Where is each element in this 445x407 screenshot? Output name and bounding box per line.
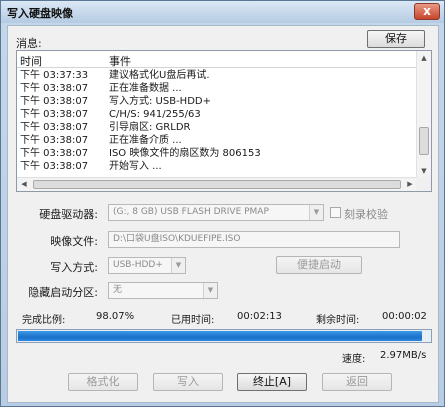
remaining-label: 剩余时间: <box>316 315 360 326</box>
completion-value: 98.07% <box>96 311 135 322</box>
progress-fill <box>18 331 423 341</box>
elapsed-value: 00:02:13 <box>237 311 282 322</box>
write-mode-label: 写入方式: <box>50 261 98 274</box>
hidden-partition-label: 隐藏启动分区: <box>28 286 98 299</box>
verify-label: 刻录校验 <box>344 208 388 221</box>
log-time: 下午 03:38:07 <box>20 148 89 159</box>
chevron-down-icon: ▼ <box>309 205 323 220</box>
scroll-down-icon[interactable]: ▼ <box>417 164 431 178</box>
log-row: 下午 03:38:07 ISO 映像文件的扇区数为 806153 <box>17 147 417 160</box>
scrollbar-corner <box>416 177 431 191</box>
log-rows: 下午 03:37:33 建议格式化U盘后再试. 下午 03:38:07 正在准备数据… <box>17 69 417 173</box>
title-bar[interactable]: 写入硬盘映像 x <box>1 1 444 23</box>
scroll-left-icon[interactable]: ◀ <box>17 178 31 191</box>
log-event: 开始写入 ... <box>109 161 162 172</box>
drive-value: (G:, 8 GB) USB FLASH DRIVE PMAP <box>113 207 269 217</box>
column-event[interactable]: 事件 <box>109 53 131 69</box>
elapsed-label: 已用时间: <box>171 315 215 326</box>
log-vertical-scrollbar[interactable]: ▲ ▼ <box>416 51 431 178</box>
log-row: 下午 03:38:07 引导扇区: GRLDR <box>17 121 417 134</box>
log-time: 下午 03:38:07 <box>20 109 89 120</box>
hidden-partition-value: 无 <box>113 285 123 295</box>
speed-value: 2.97MB/s <box>380 350 427 361</box>
message-log[interactable]: 时间 事件 下午 03:37:33 建议格式化U盘后再试. 下午 03:38:07… <box>16 50 432 192</box>
write-disk-image-window: 写入硬盘映像 x 消息: 保存 时间 事件 下午 03:37:33 建议格式化U盘… <box>0 0 445 407</box>
write-progress-bar <box>16 329 432 343</box>
remaining-value: 00:00:02 <box>382 311 427 322</box>
hidden-partition-select[interactable]: 无 ▼ <box>108 282 218 299</box>
log-event: ISO 映像文件的扇区数为 806153 <box>109 148 261 159</box>
drive-select[interactable]: (G:, 8 GB) USB FLASH DRIVE PMAP ▼ <box>108 204 324 221</box>
log-header: 时间 事件 <box>17 51 417 68</box>
write-mode-value: USB-HDD+ <box>113 260 163 270</box>
log-event: 正在准备数据 ... <box>109 83 182 94</box>
log-event: 正在准备介质 ... <box>109 135 182 146</box>
abort-button[interactable]: 终止[A] <box>237 373 307 391</box>
image-file-field[interactable]: D:\口袋U盘ISO\KDUEFIPE.ISO <box>108 231 400 248</box>
completion-label: 完成比例: <box>22 315 66 326</box>
log-row: 下午 03:38:07 C/H/S: 941/255/63 <box>17 108 417 121</box>
log-time: 下午 03:38:07 <box>20 83 89 94</box>
close-button[interactable]: x <box>414 3 440 20</box>
log-row: 下午 03:38:07 正在准备数据 ... <box>17 82 417 95</box>
save-button[interactable]: 保存 <box>367 30 425 48</box>
log-row: 下午 03:38:07 正在准备介质 ... <box>17 134 417 147</box>
log-event: 写入方式: USB-HDD+ <box>109 96 211 107</box>
image-file-label: 映像文件: <box>50 235 98 248</box>
drive-label: 硬盘驱动器: <box>39 208 98 221</box>
log-event: 引导扇区: GRLDR <box>109 122 191 133</box>
log-horizontal-scrollbar[interactable]: ◀ ▶ <box>17 177 417 191</box>
format-button[interactable]: 格式化 <box>68 373 138 391</box>
messages-label: 消息: <box>16 37 42 50</box>
quick-boot-button[interactable]: 便捷启动 <box>276 256 362 274</box>
dialog-body: 消息: 保存 时间 事件 下午 03:37:33 建议格式化U盘后再试. 下午 0… <box>7 25 439 403</box>
chevron-down-icon: ▼ <box>203 283 217 298</box>
close-icon: x <box>423 4 431 18</box>
log-event: 建议格式化U盘后再试. <box>109 70 210 81</box>
verify-checkbox[interactable] <box>330 207 341 218</box>
log-time: 下午 03:37:33 <box>20 70 89 81</box>
back-button[interactable]: 返回 <box>322 373 392 391</box>
write-mode-select[interactable]: USB-HDD+ ▼ <box>108 257 186 274</box>
log-time: 下午 03:38:07 <box>20 161 89 172</box>
log-event: C/H/S: 941/255/63 <box>109 109 201 120</box>
log-row: 下午 03:38:07 开始写入 ... <box>17 160 417 173</box>
column-time[interactable]: 时间 <box>20 53 42 69</box>
image-file-value: D:\口袋U盘ISO\KDUEFIPE.ISO <box>113 234 241 244</box>
log-time: 下午 03:38:07 <box>20 122 89 133</box>
chevron-down-icon: ▼ <box>171 258 185 273</box>
log-time: 下午 03:38:07 <box>20 96 89 107</box>
horizontal-scroll-thumb[interactable] <box>33 180 401 189</box>
scroll-right-icon[interactable]: ▶ <box>403 178 417 191</box>
log-time: 下午 03:38:07 <box>20 135 89 146</box>
vertical-scroll-thumb[interactable] <box>419 127 429 155</box>
scroll-up-icon[interactable]: ▲ <box>417 51 431 65</box>
speed-label: 速度: <box>342 354 366 365</box>
write-button[interactable]: 写入 <box>153 373 223 391</box>
log-row: 下午 03:37:33 建议格式化U盘后再试. <box>17 69 417 82</box>
log-row: 下午 03:38:07 写入方式: USB-HDD+ <box>17 95 417 108</box>
window-title: 写入硬盘映像 <box>7 7 73 20</box>
